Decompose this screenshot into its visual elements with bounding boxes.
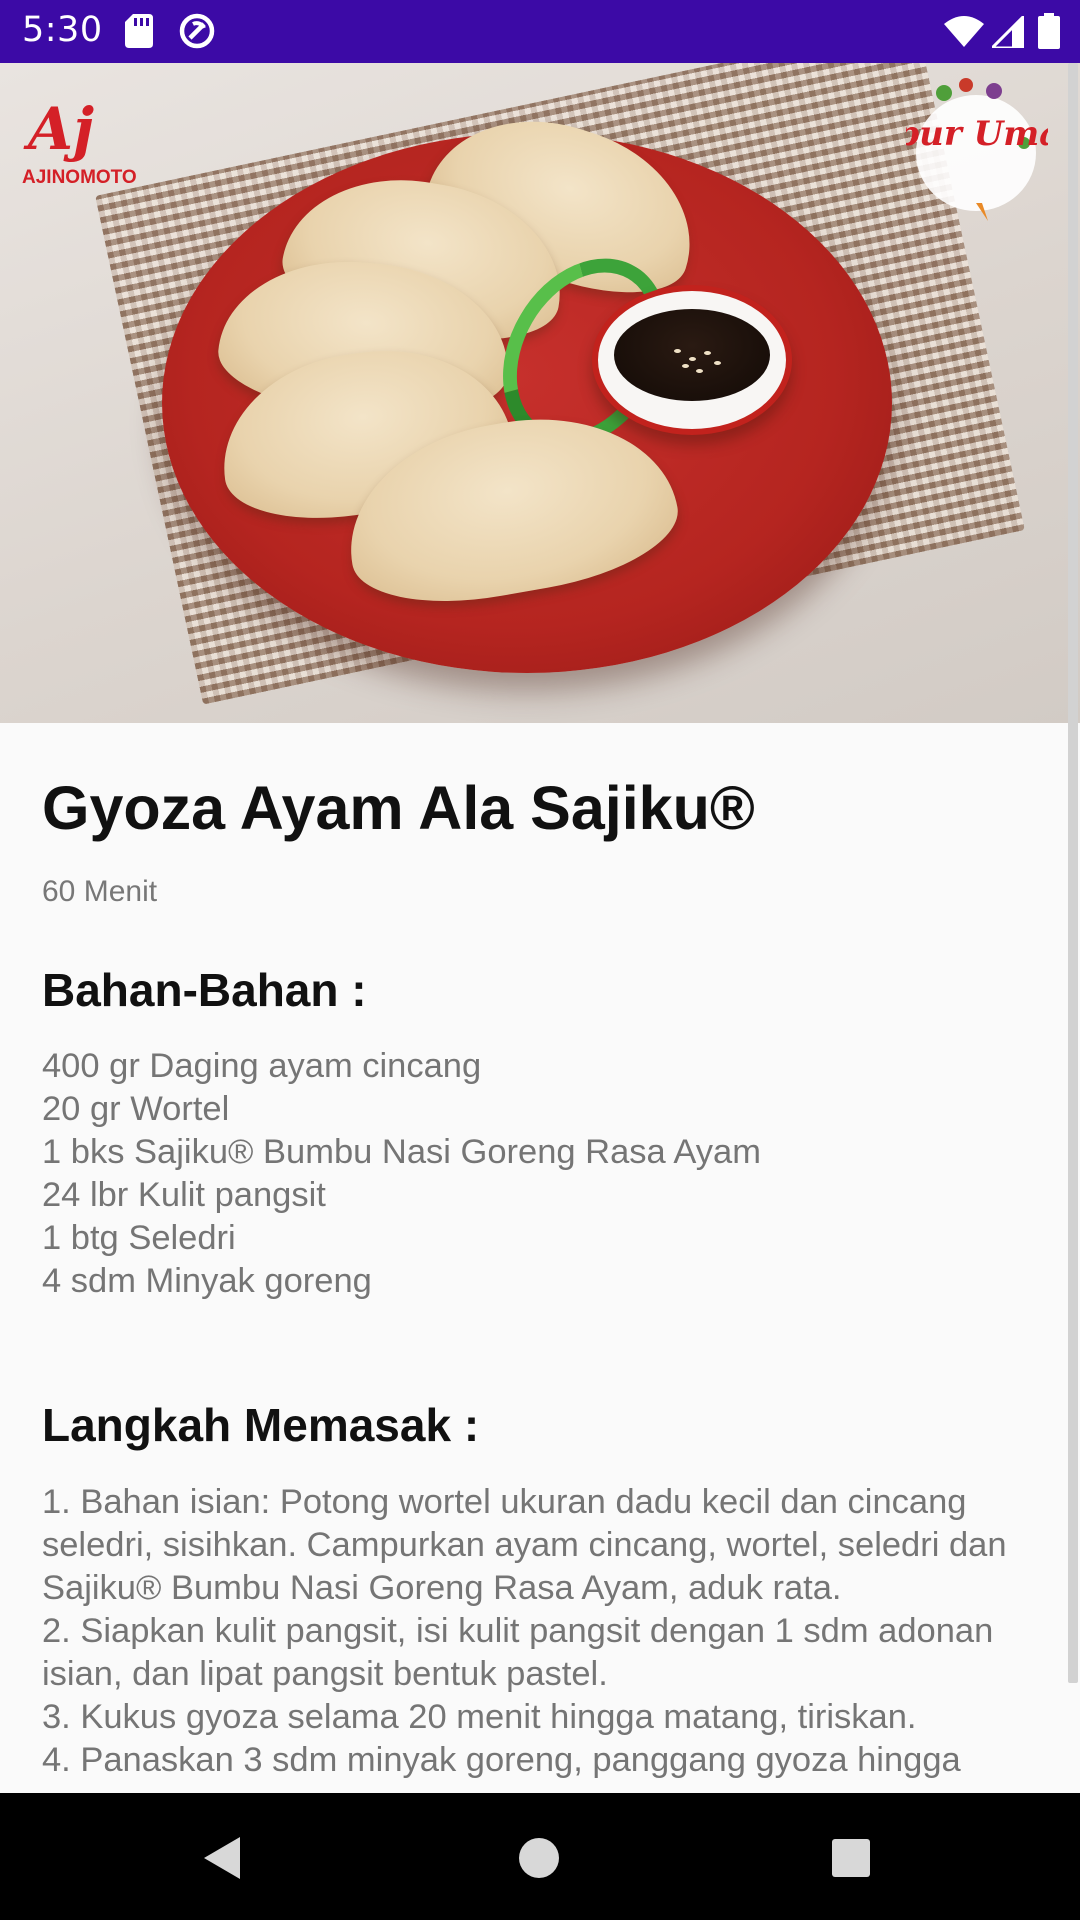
svg-text:Aj: Aj: [23, 95, 94, 163]
status-bar: 5:30: [0, 0, 1080, 63]
ingredients-list: 400 gr Daging ayam cincang 20 gr Wortel …: [42, 1047, 761, 1300]
dipping-sauce-bowl: [592, 285, 792, 435]
ingredients-heading: Bahan-Bahan :: [42, 964, 367, 1016]
dapur-umami-logo: Dapur Umami: [906, 78, 1048, 221]
sd-card-icon: [125, 14, 153, 48]
recipe-hero-image: Aj AJINOMOTO Dapur Umami: [0, 63, 1080, 723]
ajinomoto-logo: Aj AJINOMOTO: [22, 95, 137, 188]
sync-icon: [179, 13, 215, 49]
svg-text:Dapur Umami: Dapur Umami: [906, 114, 1048, 154]
recipe-title: Gyoza Ayam Ala Sajiku®: [42, 774, 755, 842]
navigation-bar: [0, 1793, 1080, 1920]
back-icon[interactable]: [200, 1833, 250, 1883]
battery-icon: [1038, 13, 1060, 49]
recents-icon[interactable]: [828, 1835, 874, 1881]
steps-list: 1. Bahan isian: Potong wortel ukuran dad…: [42, 1483, 1007, 1779]
scrollbar[interactable]: [1068, 63, 1078, 1683]
recipe-detail-content[interactable]: Gyoza Ayam Ala Sajiku® 60 Menit Bahan-Ba…: [0, 723, 1080, 1793]
status-time: 5:30: [22, 10, 103, 50]
home-icon[interactable]: [514, 1833, 564, 1883]
recipe-duration: 60 Menit: [42, 875, 158, 908]
soy-sauce: [614, 309, 770, 401]
steps-heading: Langkah Memasak :: [42, 1399, 480, 1451]
svg-text:AJINOMOTO: AJINOMOTO: [22, 167, 137, 188]
signal-icon: [992, 16, 1024, 48]
wifi-icon: [944, 16, 984, 47]
